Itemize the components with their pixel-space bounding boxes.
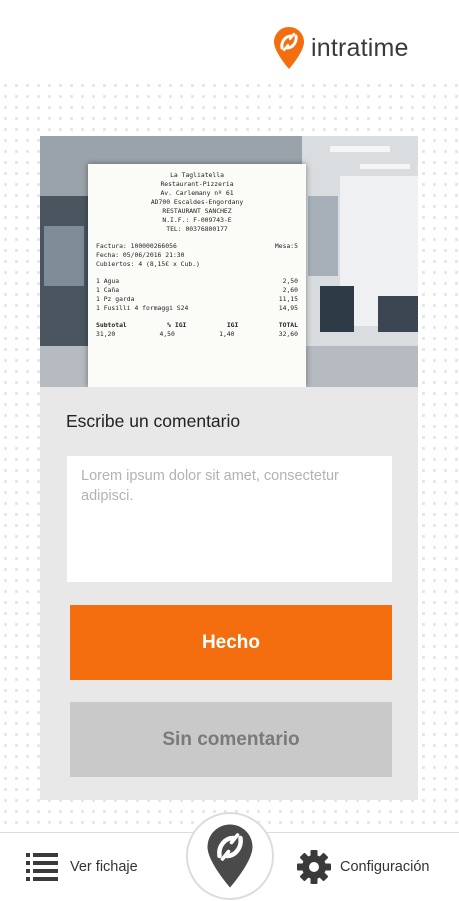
receipt-total-value: 31,20 [96, 330, 116, 338]
receipt-factura: Factura: 100000266056 [96, 242, 177, 250]
receipt-photo: La Tagliatella Restaurant-Pizzeria Av. C… [40, 136, 418, 387]
receipt-total-value: 4,50 [159, 330, 175, 338]
receipt-line: La Tagliatella [170, 171, 224, 179]
intratime-pin-icon [274, 27, 304, 69]
receipt-item: 1 Agua [96, 277, 120, 285]
settings-label: Configuración [340, 859, 430, 875]
receipt-mesa: Mesa:5 [274, 242, 298, 250]
comment-input[interactable] [67, 456, 392, 582]
no-comment-button[interactable]: Sin comentario [70, 702, 392, 777]
receipt-line: TEL: 00376800177 [166, 225, 228, 233]
receipt-item: 1 Caña [96, 286, 120, 294]
receipt-total-header: TOTAL [278, 321, 298, 329]
app-logo: intratime [273, 26, 409, 70]
receipt-total-header: % IGI [167, 321, 187, 329]
receipt-total-value: 1,40 [219, 330, 235, 338]
logo-text: intratime [311, 33, 409, 62]
receipt-item-price: 14,95 [278, 304, 298, 312]
receipt-fecha: Fecha: 05/06/2016 21:30 [96, 251, 185, 259]
receipt-line: N.I.F.: F-009743-E [162, 216, 232, 224]
view-clock-ins-label: Ver fichaje [70, 859, 138, 875]
comment-label: Escribe un comentario [66, 411, 241, 431]
receipt: La Tagliatella Restaurant-Pizzeria Av. C… [88, 164, 306, 387]
list-icon [26, 853, 58, 881]
receipt-total-header: Subtotal [96, 321, 127, 329]
receipt-total-header: IGI [226, 321, 239, 329]
clock-in-button[interactable] [186, 812, 274, 900]
receipt-line: Av. Carlemany nº 61 [160, 189, 234, 197]
comment-card: La Tagliatella Restaurant-Pizzeria Av. C… [40, 136, 418, 800]
view-clock-ins-button[interactable]: Ver fichaje [26, 851, 138, 883]
header: intratime [0, 0, 459, 80]
receipt-total-value: 32,60 [278, 330, 298, 338]
receipt-line: Restaurant-Pizzeria [160, 180, 234, 188]
intratime-clock-in-icon [207, 824, 253, 888]
receipt-item-price: 2,50 [282, 277, 298, 285]
done-button[interactable]: Hecho [70, 605, 392, 680]
receipt-line: AD700 Escaldes-Engordany [150, 198, 244, 206]
receipt-item-price: 2,60 [282, 286, 298, 294]
receipt-cubiertos: Cubiertos: 4 (8,15€ x Cub.) [96, 260, 200, 268]
receipt-item-price: 11,15 [278, 295, 298, 303]
receipt-line: RESTAURANT SANCHEZ [162, 207, 232, 215]
gear-icon [297, 850, 331, 884]
settings-button[interactable]: Configuración [296, 849, 429, 885]
receipt-item: 1 Pz garda [96, 295, 135, 303]
receipt-item: 1 Fusilli 4 formaggi S24 [96, 304, 189, 312]
